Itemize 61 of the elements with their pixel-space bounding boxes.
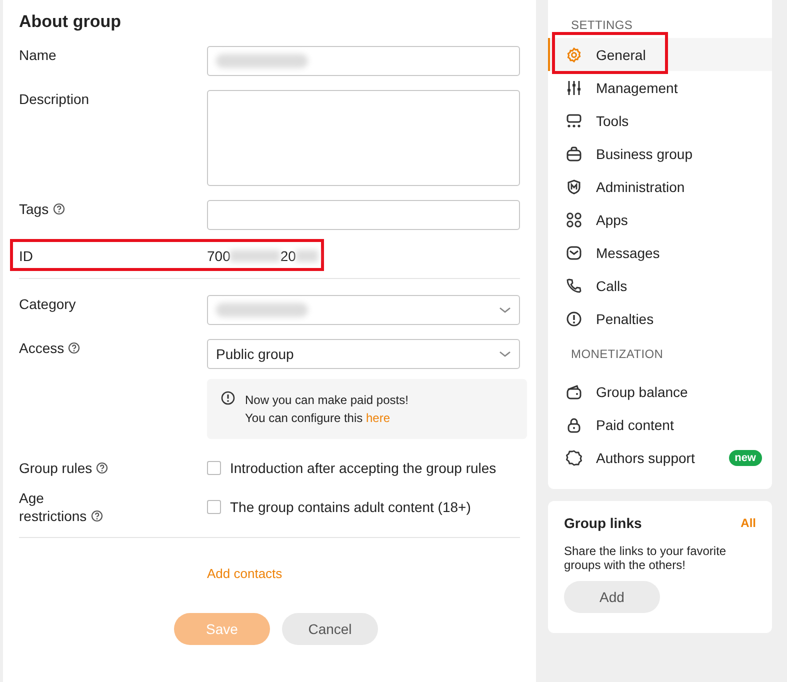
- gear-icon: [566, 46, 582, 62]
- field-label: Category: [19, 295, 76, 313]
- field-label: Group rules: [19, 459, 108, 477]
- menu-item[interactable]: Authors support: [548, 441, 725, 474]
- chevron-down-icon: [499, 350, 511, 358]
- cancel-button[interactable]: Cancel: [282, 613, 378, 645]
- dropdown-field[interactable]: Public group: [207, 339, 520, 369]
- menu-item[interactable]: Apps: [548, 203, 772, 236]
- help-icon: [96, 462, 108, 474]
- field-label: ID: [19, 247, 33, 265]
- redacted-blur: [296, 250, 318, 262]
- card-description: Share the links to your favorite groups with the others!: [564, 544, 728, 572]
- chevron-down-icon: [499, 306, 511, 314]
- id-value: 20: [280, 248, 296, 264]
- help-icon: [68, 342, 80, 354]
- menu-item[interactable]: Management: [548, 71, 772, 104]
- notice-text: Now you can make paid posts! You can configure this here: [245, 392, 408, 427]
- envelope-icon: [566, 244, 582, 260]
- new-badge: new: [728, 450, 762, 466]
- card-title: Group links: [564, 515, 642, 531]
- section-title: About group: [19, 12, 122, 32]
- field-label: Name: [19, 46, 56, 64]
- exclamation-icon: [221, 391, 235, 405]
- add-button[interactable]: Add: [564, 581, 660, 613]
- checkbox[interactable]: [207, 500, 221, 514]
- briefcase-icon: [566, 146, 582, 162]
- menu-item[interactable]: Paid content: [548, 408, 772, 441]
- dropdown-field[interactable]: [207, 295, 520, 325]
- menu-item[interactable]: Business group: [548, 137, 772, 170]
- exclamation-icon: [566, 310, 582, 326]
- apps-icon: [566, 212, 582, 228]
- text-area[interactable]: [207, 90, 520, 186]
- help-icon: [52, 203, 65, 215]
- shield-icon: [566, 178, 582, 194]
- checkbox-label: The group contains adult content (18+): [230, 499, 471, 515]
- menu-item[interactable]: Penalties: [548, 302, 772, 335]
- field-label: Description: [19, 90, 90, 108]
- menu-item[interactable]: Administration: [548, 170, 772, 203]
- sliders-icon: [566, 80, 582, 96]
- redacted-blur: [230, 250, 280, 262]
- wallet-icon: [566, 384, 582, 400]
- section-heading: MONETIZATION: [570, 346, 664, 363]
- menu-item[interactable]: Tools: [548, 104, 772, 137]
- field-label: Tags: [19, 200, 65, 218]
- badge-icon: [566, 450, 582, 466]
- lock-icon: [566, 416, 582, 432]
- id-value: 700: [207, 248, 230, 264]
- field-label: Age restrictions: [19, 489, 111, 525]
- input-field[interactable]: [207, 200, 520, 230]
- help-icon: [90, 510, 103, 522]
- checkbox[interactable]: [207, 461, 221, 475]
- input-field[interactable]: [207, 46, 520, 76]
- field-label: Access: [19, 339, 80, 357]
- menu-item[interactable]: Group balance: [548, 375, 772, 408]
- menu-item[interactable]: General: [548, 38, 772, 71]
- phone-icon: [566, 278, 582, 294]
- section-heading: SETTINGS: [570, 17, 634, 34]
- checkbox-label: Introduction after accepting the group rules: [230, 460, 496, 476]
- menu-item[interactable]: Calls: [548, 269, 772, 302]
- tools-icon: [566, 112, 582, 128]
- menu-item[interactable]: Messages: [548, 236, 772, 269]
